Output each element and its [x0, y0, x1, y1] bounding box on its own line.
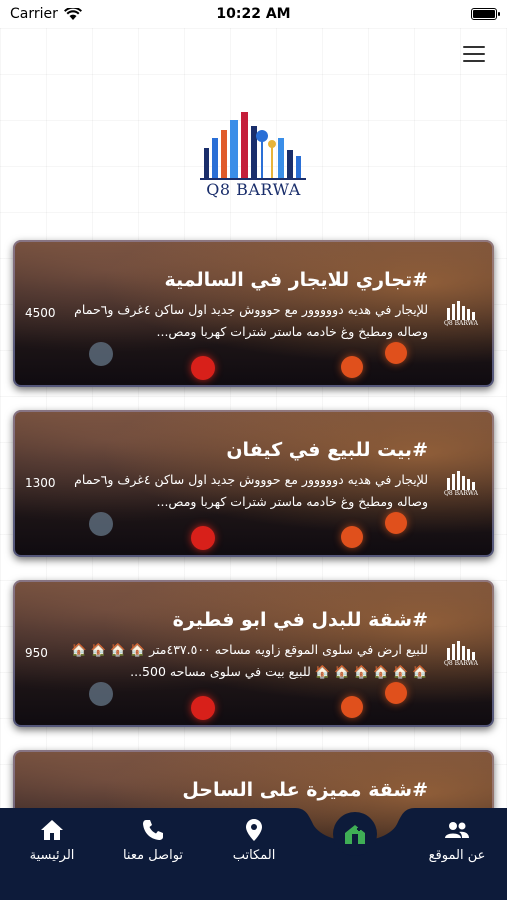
- listing-logo: Q8 BARWA: [444, 640, 478, 670]
- menu-icon[interactable]: [463, 46, 485, 62]
- nav-offices-label: المكاتب: [232, 848, 276, 863]
- nav-contact-label: تواصل معنا: [122, 848, 184, 863]
- bokeh-light: [385, 682, 407, 704]
- battery-icon: [471, 8, 500, 20]
- listing-logo-text: Q8 BARWA: [444, 660, 478, 667]
- bokeh-light: [89, 682, 113, 706]
- listing-logo-text: Q8 BARWA: [444, 320, 478, 327]
- listing-title: #شقة للبدل في ابو فطيرة: [172, 609, 428, 631]
- listing-description: للإيجار في هديه دووووور مع حوووش جديد او…: [74, 302, 428, 339]
- listing-title: #شقة مميزة على الساحل: [182, 779, 428, 801]
- location-pin-icon: [204, 818, 304, 842]
- bokeh-light: [191, 356, 215, 380]
- nav-home-label: الرئيسية: [29, 848, 75, 863]
- bottom-nav: عن الموقع المكاتب تواصل معنا الرئيسية: [0, 808, 507, 900]
- carrier-label: Carrier: [10, 6, 58, 22]
- bokeh-light: [191, 696, 215, 720]
- bokeh-light: [385, 342, 407, 364]
- nav-about-label: عن الموقع: [428, 848, 486, 863]
- menu-line: [463, 60, 485, 62]
- add-listing-button[interactable]: [333, 812, 377, 856]
- brand-name: Q8 BARWA: [206, 180, 301, 199]
- add-home-icon: [345, 825, 365, 844]
- listing-description: للبيع ارض في سلوى الموقع زاويه مساحه ٤٣٧…: [70, 642, 428, 679]
- listing-price: 4500: [25, 306, 56, 320]
- listing-card[interactable]: #شقة للبدل في ابو فطيرة للبيع ارض في سلو…: [13, 580, 494, 727]
- nav-home[interactable]: الرئيسية: [2, 818, 102, 863]
- city-skyline-icon: [447, 641, 475, 660]
- menu-line: [463, 53, 485, 55]
- home-icon: [2, 818, 102, 842]
- bokeh-light: [89, 512, 113, 536]
- bokeh-light: [385, 512, 407, 534]
- bokeh-light: [89, 342, 113, 366]
- listing-card[interactable]: #بيت للبيع في كيفان للإيجار في هديه دووو…: [13, 410, 494, 557]
- listing-title: #تجاري للايجار في السالمية: [164, 269, 428, 291]
- nav-offices[interactable]: المكاتب: [204, 818, 304, 863]
- bokeh-light: [341, 356, 363, 378]
- phone-icon: [103, 818, 203, 842]
- menu-line: [463, 46, 485, 48]
- listing-price: 1300: [25, 476, 56, 490]
- listing-price: 950: [25, 646, 48, 660]
- city-skyline-icon: [447, 301, 475, 320]
- listing-logo: Q8 BARWA: [444, 470, 478, 500]
- status-bar: Carrier 10:22 AM: [0, 0, 507, 28]
- status-left: Carrier: [10, 6, 82, 22]
- bokeh-light: [341, 526, 363, 548]
- wifi-icon: [63, 8, 82, 20]
- listing-description: للإيجار في هديه دووووور مع حوووش جديد او…: [74, 472, 428, 509]
- nav-contact[interactable]: تواصل معنا: [103, 818, 203, 863]
- bokeh-light: [191, 526, 215, 550]
- nav-about[interactable]: عن الموقع: [407, 818, 507, 863]
- listing-logo: Q8 BARWA: [444, 300, 478, 330]
- listing-title: #بيت للبيع في كيفان: [226, 439, 428, 461]
- listing-card[interactable]: #تجاري للايجار في السالمية للإيجار في هد…: [13, 240, 494, 387]
- listing-logo-text: Q8 BARWA: [444, 490, 478, 497]
- people-icon: [407, 818, 507, 842]
- city-skyline-icon: [447, 471, 475, 490]
- bokeh-light: [341, 696, 363, 718]
